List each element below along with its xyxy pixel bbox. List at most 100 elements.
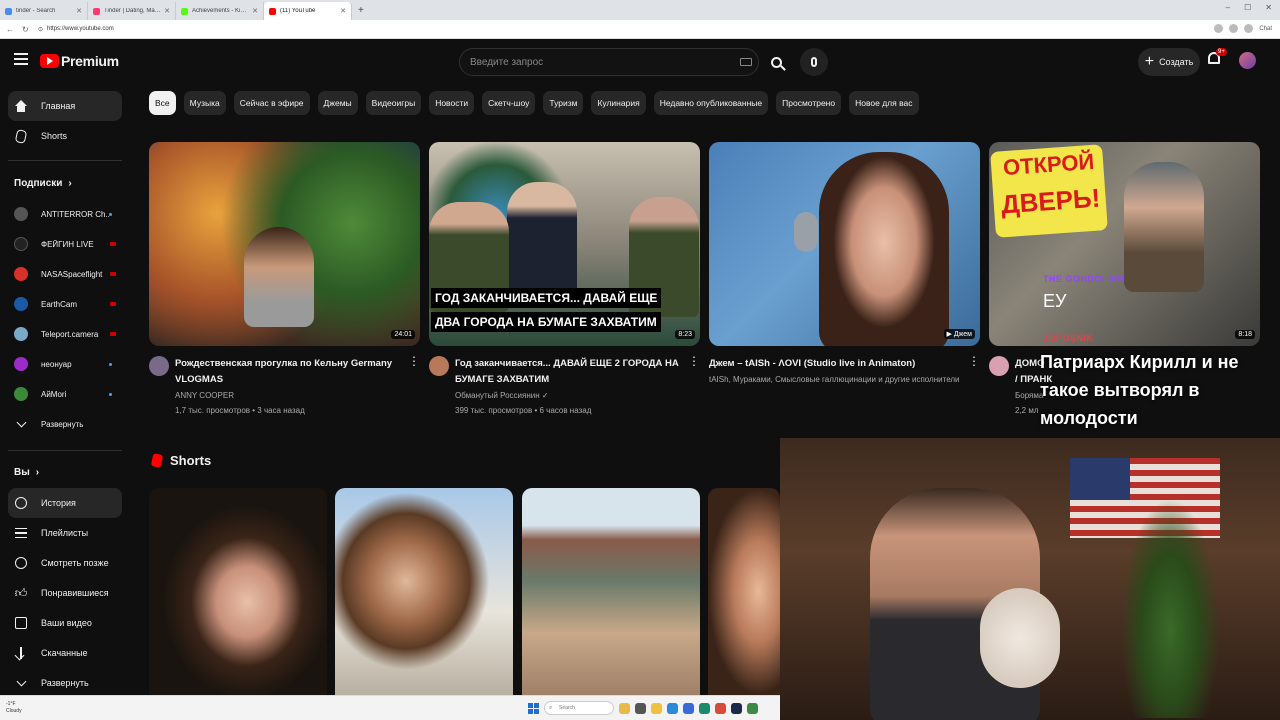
short-card[interactable] (335, 488, 513, 695)
video-thumbnail[interactable]: ГОД ЗАКАНЧИВАЕТСЯ... ДАВАЙ ЕЩЕ ДВА ГОРОД… (429, 142, 700, 346)
short-card[interactable] (708, 488, 780, 695)
browser-tab[interactable]: tinder - Search ✕ (0, 2, 88, 20)
sidebar-item-downloads[interactable]: Скачанные (8, 638, 122, 668)
chip-recently-uploaded[interactable]: Недавно опубликованные (653, 91, 769, 115)
tab-close-icon[interactable]: ✕ (76, 7, 82, 15)
reload-icon[interactable]: ↻ (22, 25, 29, 34)
maximize-button[interactable]: ☐ (1244, 3, 1251, 12)
video-channel[interactable]: Обманутый Россиянин ✓ (455, 391, 688, 400)
video-title[interactable]: Рождественская прогулка по Кельну German… (175, 356, 405, 388)
video-title[interactable]: Год заканчивается... ДАВАЙ ЕЩЕ 2 ГОРОДА … (455, 356, 685, 388)
sidebar-item-home[interactable]: Главная (8, 91, 122, 121)
sidebar-expand-you[interactable]: Развернуть (8, 668, 122, 698)
video-card[interactable]: ▶ Джем Джем – tAISh - ΛOVI (Studio live … (709, 142, 980, 384)
chip-new-to-you[interactable]: Новое для вас (849, 91, 919, 115)
sidebar-subscription[interactable]: NASASpaceflight (8, 260, 122, 288)
search-input[interactable] (470, 56, 730, 68)
sidebar-subscription[interactable]: ANTITERROR Ch... (8, 200, 122, 228)
sidebar-expand-subscriptions[interactable]: Развернуть (8, 410, 122, 438)
sidebar-item-playlists[interactable]: Плейлисты (8, 518, 122, 548)
browser-tab-active[interactable]: (11) YouTube ✕ (264, 2, 352, 20)
extension-icon[interactable] (1229, 24, 1239, 33)
extension-icon[interactable] (1214, 24, 1224, 33)
search-button[interactable] (759, 48, 793, 76)
chip-watched[interactable]: Просмотрено (776, 91, 842, 115)
browser-tab[interactable]: Tinder | Dating, Make Friends & Si ✕ (88, 2, 176, 20)
tab-close-icon[interactable]: ✕ (252, 7, 258, 15)
site-info-icon[interactable]: ⊙ (38, 26, 43, 33)
sidebar-item-watch-later[interactable]: Смотреть позже (8, 548, 122, 578)
url-field[interactable]: ⊙ https://www.youtube.com (38, 26, 114, 33)
chip-music[interactable]: Музыка (183, 91, 226, 115)
app-icon[interactable] (747, 702, 758, 714)
new-tab-button[interactable]: + (352, 2, 370, 20)
new-content-indicator (109, 212, 112, 216)
weather-widget[interactable]: -1°F Cloudy (6, 701, 22, 715)
sidebar-item-your-videos[interactable]: Ваши видео (8, 608, 122, 638)
channel-avatar[interactable] (149, 356, 169, 376)
more-options-icon[interactable]: ⋮ (408, 355, 420, 415)
video-card[interactable]: ГОД ЗАКАНЧИВАЕТСЯ... ДАВАЙ ЕЩЕ ДВА ГОРОД… (429, 142, 700, 415)
voice-search-button[interactable] (800, 48, 828, 76)
more-options-icon[interactable]: ⋮ (688, 355, 700, 415)
video-card[interactable]: 24:01 Рождественская прогулка по Кельну … (149, 142, 420, 415)
chip-cooking[interactable]: Кулинария (591, 91, 646, 115)
chrome-icon[interactable] (715, 702, 726, 714)
sidebar-item-history[interactable]: История (8, 488, 122, 518)
sidebar-subscription[interactable]: АйМori (8, 380, 122, 408)
you-heading[interactable]: Вы › (14, 467, 39, 478)
chip-jams[interactable]: Джемы (317, 91, 358, 115)
browser-tab[interactable]: Achievements - Kick Dashboard ✕ (176, 2, 264, 20)
video-thumbnail[interactable]: ▶ Джем (709, 142, 980, 346)
profile-icon[interactable] (1244, 24, 1254, 33)
store-icon[interactable] (683, 702, 694, 714)
notifications-button[interactable]: 9+ (1208, 48, 1227, 67)
taskbar-search[interactable]: ⌕ Search (544, 701, 614, 715)
account-avatar[interactable] (1239, 52, 1256, 69)
short-card[interactable] (149, 488, 327, 695)
chip-travel[interactable]: Туризм (543, 91, 584, 115)
tab-favicon (269, 7, 276, 15)
file-explorer-icon[interactable] (651, 702, 662, 714)
sidebar-item-shorts[interactable]: Shorts (8, 121, 122, 151)
short-card[interactable] (522, 488, 700, 695)
windows-start-icon[interactable] (528, 702, 539, 714)
subscriptions-heading[interactable]: Подписки › (14, 178, 72, 189)
video-channel[interactable]: ANNY COOPER (175, 391, 408, 400)
sidebar-item-liked[interactable]: 👍︎ Понравившиеся (8, 578, 122, 608)
sidebar-subscription[interactable]: Teleport.camera (8, 320, 122, 348)
video-thumbnail[interactable]: ОТКРОЙ ДВЕРЬ! 8:18 (989, 142, 1260, 346)
widgets-icon[interactable] (619, 702, 630, 714)
menu-icon[interactable] (14, 53, 28, 65)
keyboard-icon[interactable] (740, 58, 752, 66)
create-button[interactable]: + Создать (1138, 48, 1200, 76)
sidebar-subscription[interactable]: неонуар (8, 350, 122, 378)
youtube-premium-logo[interactable]: Premium (40, 53, 119, 69)
steam-icon[interactable] (731, 702, 742, 714)
live-indicator-icon (110, 332, 116, 336)
video-title[interactable]: Джем – tAISh - ΛOVI (Studio live in Anim… (709, 356, 939, 372)
channel-avatar (14, 237, 28, 251)
tab-close-icon[interactable]: ✕ (164, 7, 170, 15)
channel-avatar[interactable] (429, 356, 449, 376)
back-icon[interactable]: ← (6, 25, 14, 34)
channel-avatar[interactable] (989, 356, 1009, 376)
video-thumbnail[interactable]: 24:01 (149, 142, 420, 346)
chat-label[interactable]: Chat (1259, 26, 1272, 32)
chip-gaming[interactable]: Видеоигры (365, 91, 422, 115)
chat-username: JOPOSNIK (1043, 333, 1094, 343)
chip-all[interactable]: Все (149, 91, 176, 115)
task-view-icon[interactable] (635, 702, 646, 714)
app-icon[interactable] (699, 702, 710, 714)
close-window-button[interactable]: ✕ (1265, 3, 1272, 12)
video-channel[interactable]: tAISh, Мураками, Смысловые галлюцинации … (709, 375, 968, 384)
chip-live[interactable]: Сейчас в эфире (233, 91, 310, 115)
sidebar-subscription[interactable]: EarthCam (8, 290, 122, 318)
sidebar-subscription[interactable]: ФЕЙГИН LIVE (8, 230, 122, 258)
chip-sketch[interactable]: Скетч-шоу (482, 91, 536, 115)
chip-news[interactable]: Новости (429, 91, 475, 115)
more-options-icon[interactable]: ⋮ (968, 355, 980, 384)
minimize-button[interactable]: – (1226, 3, 1230, 12)
tab-close-icon[interactable]: ✕ (340, 7, 346, 15)
edge-icon[interactable] (667, 702, 678, 714)
